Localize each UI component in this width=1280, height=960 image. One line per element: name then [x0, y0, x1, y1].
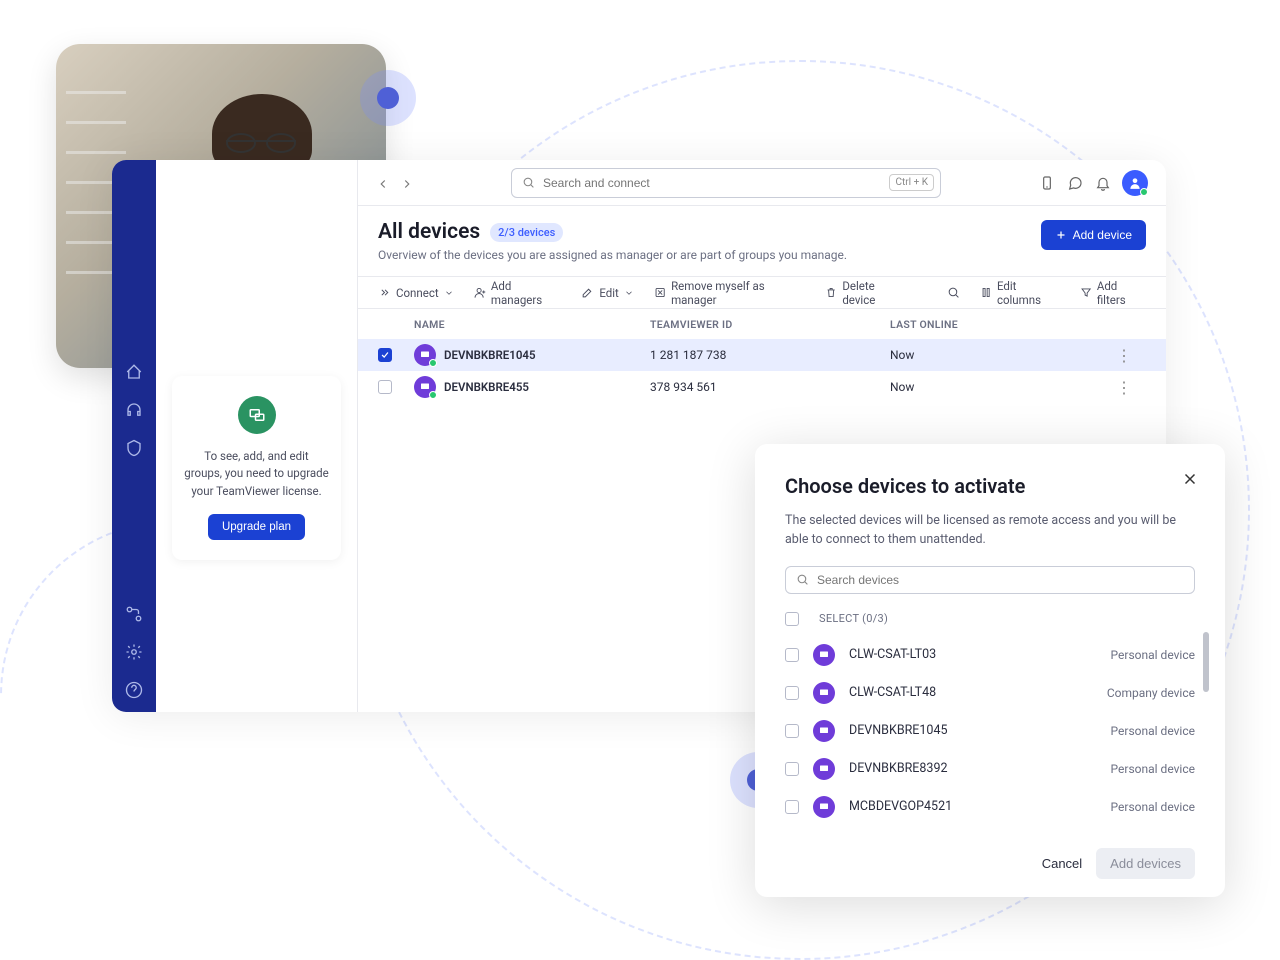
user-avatar[interactable] — [1122, 170, 1148, 196]
groups-panel: To see, add, and edit groups, you need t… — [156, 160, 358, 712]
table-head: NAME TEAMVIEWER ID LAST ONLINE — [358, 309, 1166, 339]
device-checkbox[interactable] — [785, 724, 799, 738]
edit-columns-button[interactable]: Edit columns — [980, 279, 1060, 307]
device-type: Personal device — [1111, 724, 1195, 738]
add-device-label: Add device — [1073, 228, 1132, 242]
list-item[interactable]: MCBDEVGOP4521 Personal device — [785, 788, 1195, 826]
chevron-down-icon — [444, 288, 454, 298]
help-icon[interactable] — [124, 680, 144, 700]
device-checkbox[interactable] — [785, 648, 799, 662]
row-menu-icon[interactable]: ⋮ — [1116, 378, 1146, 397]
device-tvid: 1 281 187 738 — [650, 348, 890, 362]
scrollbar[interactable] — [1203, 632, 1209, 692]
device-type: Company device — [1107, 686, 1195, 700]
add-filters-button[interactable]: Add filters — [1080, 279, 1146, 307]
upgrade-text: To see, add, and edit groups, you need t… — [184, 448, 329, 500]
device-type: Personal device — [1111, 762, 1195, 776]
table-row[interactable]: DEVNBKBRE455 378 934 561 Now ⋮ — [358, 371, 1166, 403]
row-checkbox[interactable] — [378, 380, 392, 394]
page-header: All devices 2/3 devices Overview of the … — [358, 206, 1166, 277]
select-all-checkbox[interactable] — [785, 612, 799, 626]
search-text[interactable] — [543, 176, 881, 190]
column-name: NAME — [414, 318, 650, 331]
column-last-online: LAST ONLINE — [890, 318, 1116, 331]
device-tvid: 378 934 561 — [650, 380, 890, 394]
forward-icon[interactable] — [400, 176, 414, 190]
device-icon — [414, 344, 436, 366]
select-header: SELECT (0/3) — [819, 612, 888, 625]
list-item[interactable]: CLW-CSAT-LT48 Company device — [785, 674, 1195, 712]
home-icon[interactable] — [124, 362, 144, 382]
device-icon — [813, 758, 835, 780]
device-icon — [813, 644, 835, 666]
modal-title: Choose devices to activate — [785, 474, 1195, 498]
connect-button[interactable]: Connect — [378, 286, 454, 300]
gear-icon[interactable] — [124, 642, 144, 662]
list-item[interactable]: DEVNBKBRE8392 Personal device — [785, 750, 1195, 788]
row-checkbox[interactable] — [378, 348, 392, 362]
page-subtitle: Overview of the devices you are assigned… — [378, 248, 847, 262]
shield-icon[interactable] — [124, 438, 144, 458]
sidebar — [112, 160, 156, 712]
edit-button[interactable]: Edit — [581, 286, 633, 300]
upgrade-plan-button[interactable]: Upgrade plan — [208, 514, 305, 540]
close-icon[interactable] — [1181, 470, 1199, 488]
modal-description: The selected devices will be licensed as… — [785, 512, 1195, 550]
page-title: All devices — [378, 220, 480, 244]
status-dot-online — [1140, 188, 1148, 196]
device-checkbox[interactable] — [785, 686, 799, 700]
upgrade-card: To see, add, and edit groups, you need t… — [172, 376, 341, 560]
cancel-button[interactable]: Cancel — [1042, 856, 1082, 871]
device-icon — [813, 720, 835, 742]
table-row[interactable]: DEVNBKBRE1045 1 281 187 738 Now ⋮ — [358, 339, 1166, 371]
remove-self-button[interactable]: Remove myself as manager — [654, 279, 805, 307]
list-item[interactable]: DEVNBKBRE1045 Personal device — [785, 712, 1195, 750]
device-name: DEVNBKBRE1045 — [444, 348, 536, 362]
list-item[interactable]: CLW-CSAT-LT03 Personal device — [785, 636, 1195, 674]
back-icon[interactable] — [376, 176, 390, 190]
device-last-online: Now — [890, 380, 1116, 394]
add-devices-button[interactable]: Add devices — [1096, 848, 1195, 879]
modal-search-input[interactable] — [785, 566, 1195, 594]
headset-icon[interactable] — [124, 400, 144, 420]
device-name: DEVNBKBRE8392 — [849, 761, 948, 776]
chevron-down-icon — [624, 288, 634, 298]
mobile-icon[interactable] — [1038, 174, 1056, 192]
plus-icon — [1055, 229, 1067, 241]
activate-devices-modal: Choose devices to activate The selected … — [755, 444, 1225, 897]
device-name: MCBDEVGOP4521 — [849, 799, 952, 814]
bell-icon[interactable] — [1094, 174, 1112, 192]
search-shortcut-badge: Ctrl + K — [889, 174, 934, 191]
actions-toolbar: Connect Add managers Edit Remove myself … — [358, 277, 1166, 309]
device-count-badge: 2/3 devices — [490, 223, 563, 242]
chat-icon[interactable] — [1066, 174, 1084, 192]
device-name: DEVNBKBRE455 — [444, 380, 529, 394]
search-input[interactable]: Ctrl + K — [511, 168, 941, 198]
delete-device-button[interactable]: Delete device — [825, 279, 907, 307]
decorative-dot — [360, 70, 416, 126]
device-icon — [813, 796, 835, 818]
devices-transfer-icon — [238, 396, 276, 434]
topbar: Ctrl + K — [358, 160, 1166, 206]
device-icon — [813, 682, 835, 704]
device-name: CLW-CSAT-LT48 — [849, 685, 936, 700]
add-device-button[interactable]: Add device — [1041, 220, 1146, 250]
device-checkbox[interactable] — [785, 800, 799, 814]
device-name: CLW-CSAT-LT03 — [849, 647, 936, 662]
row-menu-icon[interactable]: ⋮ — [1116, 346, 1146, 365]
search-toolbar-icon[interactable] — [947, 286, 960, 299]
device-name: DEVNBKBRE1045 — [849, 723, 948, 738]
workflow-icon[interactable] — [124, 604, 144, 624]
column-tvid: TEAMVIEWER ID — [650, 318, 890, 331]
add-managers-button[interactable]: Add managers — [474, 279, 562, 307]
device-checkbox[interactable] — [785, 762, 799, 776]
device-icon — [414, 376, 436, 398]
device-last-online: Now — [890, 348, 1116, 362]
device-type: Personal device — [1111, 648, 1195, 662]
device-type: Personal device — [1111, 800, 1195, 814]
